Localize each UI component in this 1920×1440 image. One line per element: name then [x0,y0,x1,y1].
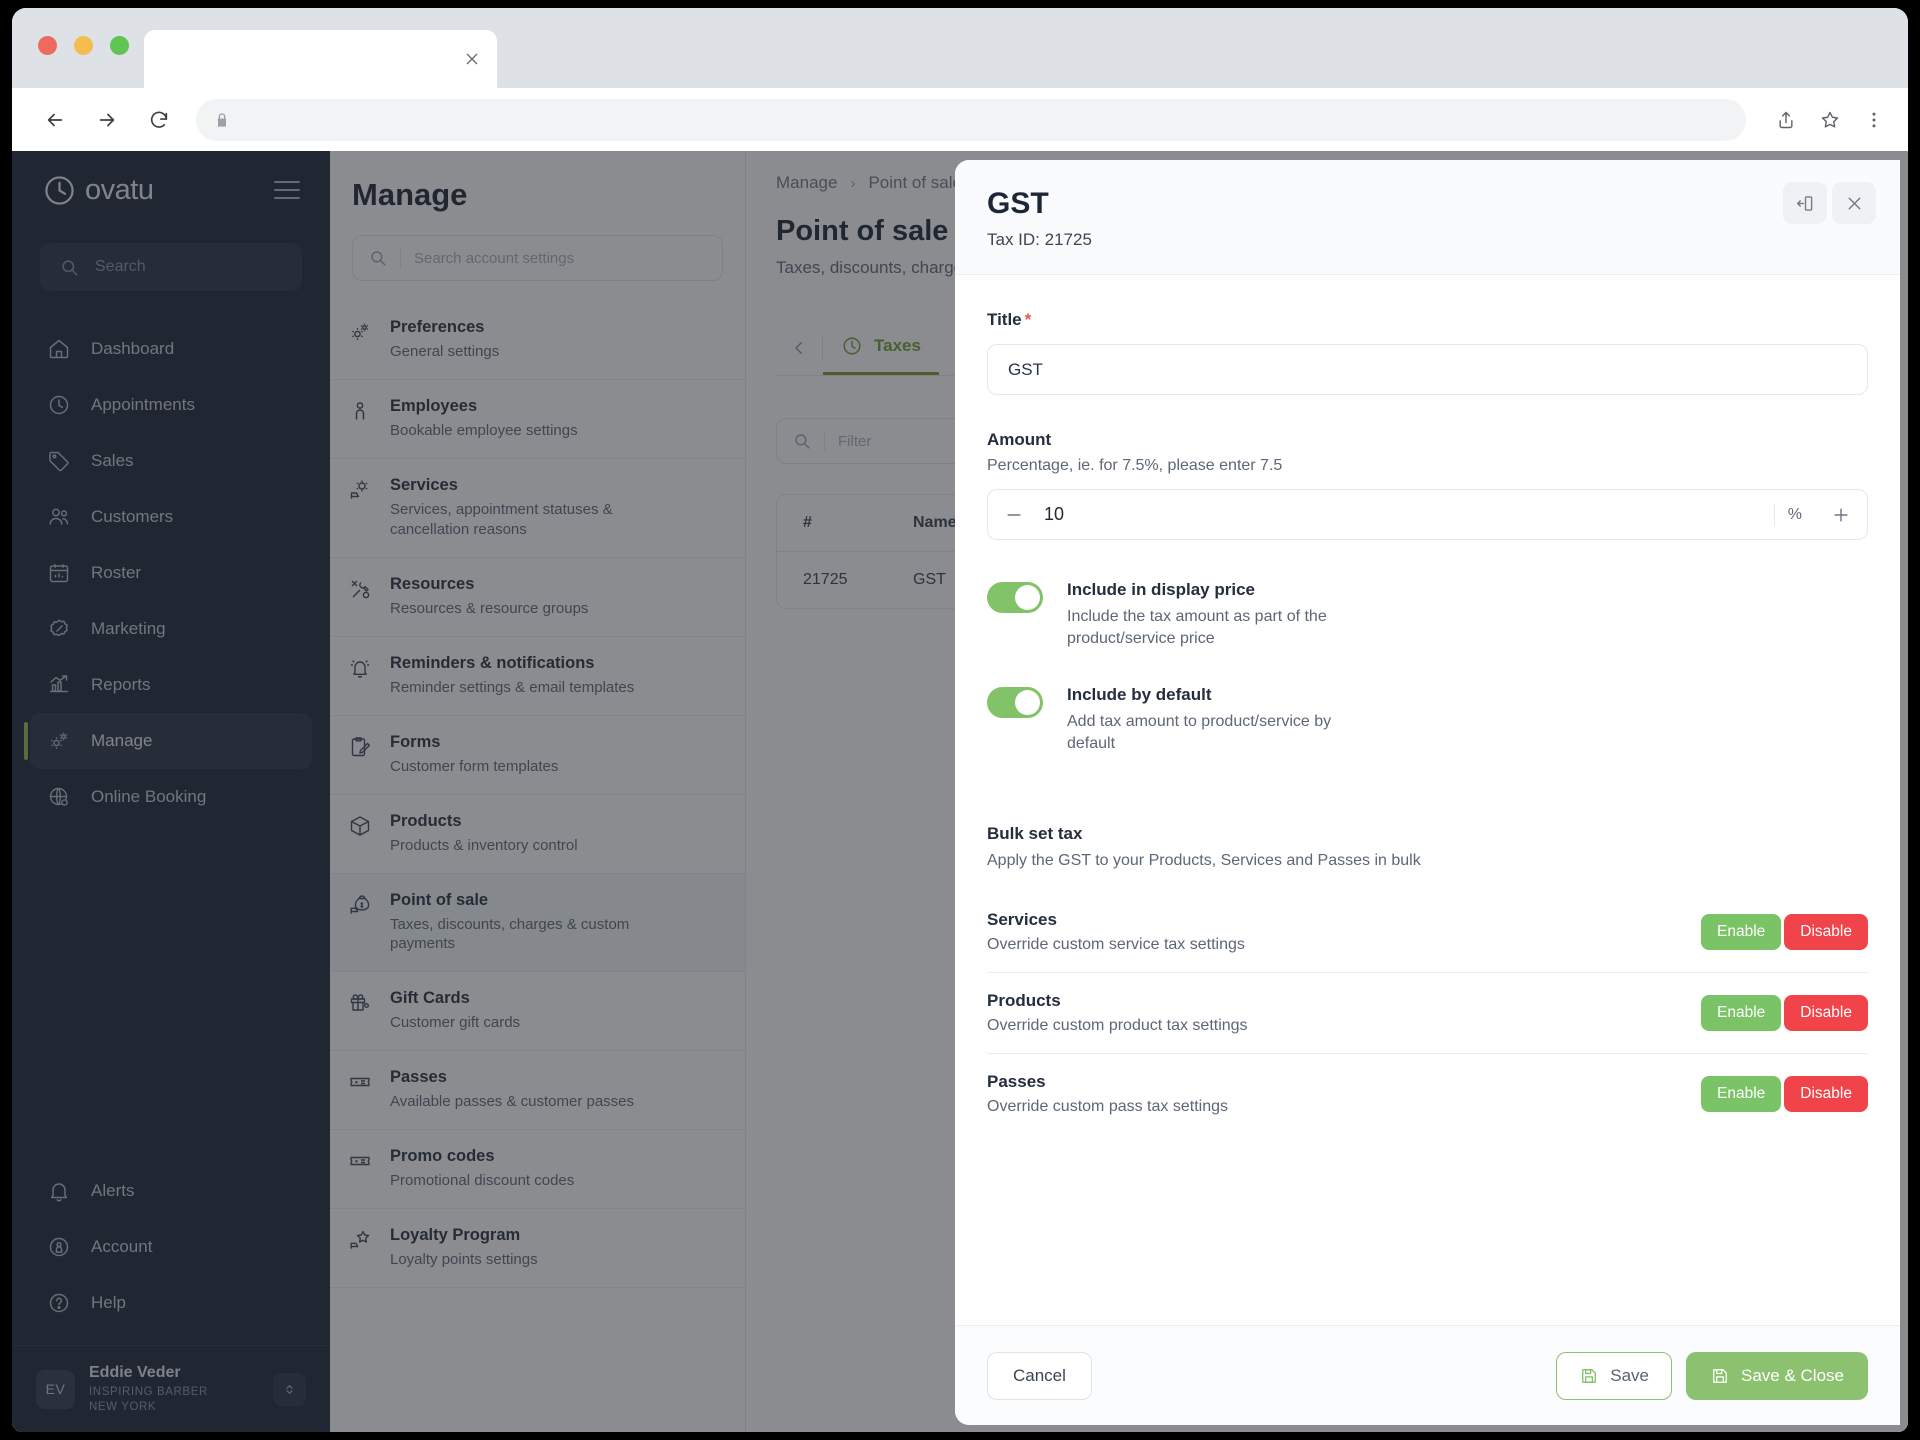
modal-body: Title * GST Amount Percentage, ie. for 7.… [955,275,1900,1325]
amount-unit-label: % [1787,505,1802,523]
bulk-row-actions: Enable Disable [1701,1076,1868,1113]
star-icon[interactable] [1810,100,1850,140]
bulk-row-services: Services Override custom service tax set… [987,892,1868,974]
amount-field-help: Percentage, ie. for 7.5%, please enter 7… [987,457,1283,474]
reload-icon[interactable] [138,99,180,141]
browser-toolbar [12,88,1908,151]
modal-footer: Cancel Save Save & Close [955,1325,1900,1425]
save-and-close-button[interactable]: Save & Close [1686,1351,1868,1400]
plus-icon[interactable] [1815,490,1867,539]
modal-header: GST Tax ID: 21725 [955,160,1900,275]
toggle-label: Include in display price [1067,580,1255,599]
title-field-label: Title * [987,310,1032,329]
modal-footer-actions: Save Save & Close [1556,1351,1868,1400]
arrow-left-icon[interactable] [34,99,76,141]
title-input[interactable]: GST [987,344,1868,395]
disable-products-button[interactable]: Disable [1784,995,1868,1032]
bulk-row-desc: Override custom pass tax settings [987,1098,1228,1116]
disable-passes-button[interactable]: Disable [1784,1076,1868,1113]
toggle-desc: Include the tax amount as part of the pr… [1067,608,1327,647]
minus-icon[interactable] [988,490,1040,539]
bulk-row-name: Services [987,910,1057,930]
bulk-set-tax-desc: Apply the GST to your Products, Services… [987,852,1421,870]
amount-field-group: Amount Percentage, ie. for 7.5%, please … [987,430,1868,540]
amount-field-label: Amount [987,430,1052,449]
bulk-row-passes: Passes Override custom pass tax settings… [987,1054,1868,1134]
toggle-desc: Add tax amount to product/service by def… [1067,713,1332,752]
maximize-window-button[interactable] [110,36,129,55]
modal-header-actions [1783,182,1876,224]
enable-products-button[interactable]: Enable [1701,995,1782,1032]
save-button-label: Save [1610,1365,1649,1385]
modal-title: GST [987,187,1049,220]
save-and-close-button-label: Save & Close [1741,1365,1844,1385]
toggle-include-in-display-price[interactable]: Include in display price Include the tax… [987,580,1868,649]
toggle-text: Include in display price Include the tax… [1067,580,1357,649]
bulk-row-desc: Override custom service tax settings [987,936,1245,954]
close-window-button[interactable] [38,36,57,55]
modal-subtitle: Tax ID: 21725 [987,230,1092,249]
bulk-row-info: Passes Override custom pass tax settings [987,1072,1701,1116]
minimize-window-button[interactable] [74,36,93,55]
browser-tab-strip [12,8,1908,88]
save-button[interactable]: Save [1556,1351,1672,1400]
cancel-button[interactable]: Cancel [987,1351,1092,1400]
bulk-set-tax-section: Bulk set tax Apply the GST to your Produ… [987,824,1868,1134]
toggle-switch[interactable] [987,582,1043,613]
browser-toolbar-actions [1762,100,1908,140]
bulk-row-desc: Override custom product tax settings [987,1017,1248,1035]
title-field-group: Title * GST [987,310,1868,395]
share-icon[interactable] [1766,100,1806,140]
disable-services-button[interactable]: Disable [1784,914,1868,951]
bulk-row-actions: Enable Disable [1701,995,1868,1032]
browser-window: ovatu Search Dashboard Appointments [12,8,1908,1432]
enable-services-button[interactable]: Enable [1701,914,1782,951]
bulk-row-products: Products Override custom product tax set… [987,973,1868,1055]
toggle-text: Include by default Add tax amount to pro… [1067,685,1357,754]
browser-tab[interactable] [144,30,497,88]
bulk-set-tax-title: Bulk set tax [987,824,1083,844]
bulk-row-name: Products [987,991,1061,1011]
window-traffic-lights [38,36,129,55]
required-marker: * [1024,310,1032,329]
enable-passes-button[interactable]: Enable [1701,1076,1782,1113]
amount-stepper[interactable]: 10 % [987,489,1868,540]
toggle-label: Include by default [1067,685,1212,705]
close-icon[interactable] [1832,182,1876,224]
arrow-right-icon[interactable] [86,99,128,141]
close-icon[interactable] [457,44,487,74]
kebab-menu-icon[interactable] [1854,100,1894,140]
url-bar[interactable] [196,98,1746,141]
toggle-switch[interactable] [987,687,1043,719]
bulk-set-tax-rows: Services Override custom service tax set… [987,892,1868,1134]
floppy-disk-icon [1582,1368,1597,1383]
bulk-row-info: Services Override custom service tax set… [987,910,1701,954]
floppy-disk-icon [1713,1368,1727,1383]
toggle-include-by-default[interactable]: Include by default Add tax amount to pro… [987,685,1868,754]
collapse-panel-icon[interactable] [1783,182,1827,224]
web-page-viewport: ovatu Search Dashboard Appointments [12,151,1908,1432]
bulk-row-actions: Enable Disable [1701,914,1868,951]
tax-edit-modal: GST Tax ID: 21725 Title * GST Amount Per… [955,160,1900,1425]
amount-input[interactable]: 10 [1040,504,1774,525]
bulk-row-name: Passes [987,1072,1046,1092]
lock-icon [214,112,230,128]
bulk-row-info: Products Override custom product tax set… [987,991,1701,1035]
